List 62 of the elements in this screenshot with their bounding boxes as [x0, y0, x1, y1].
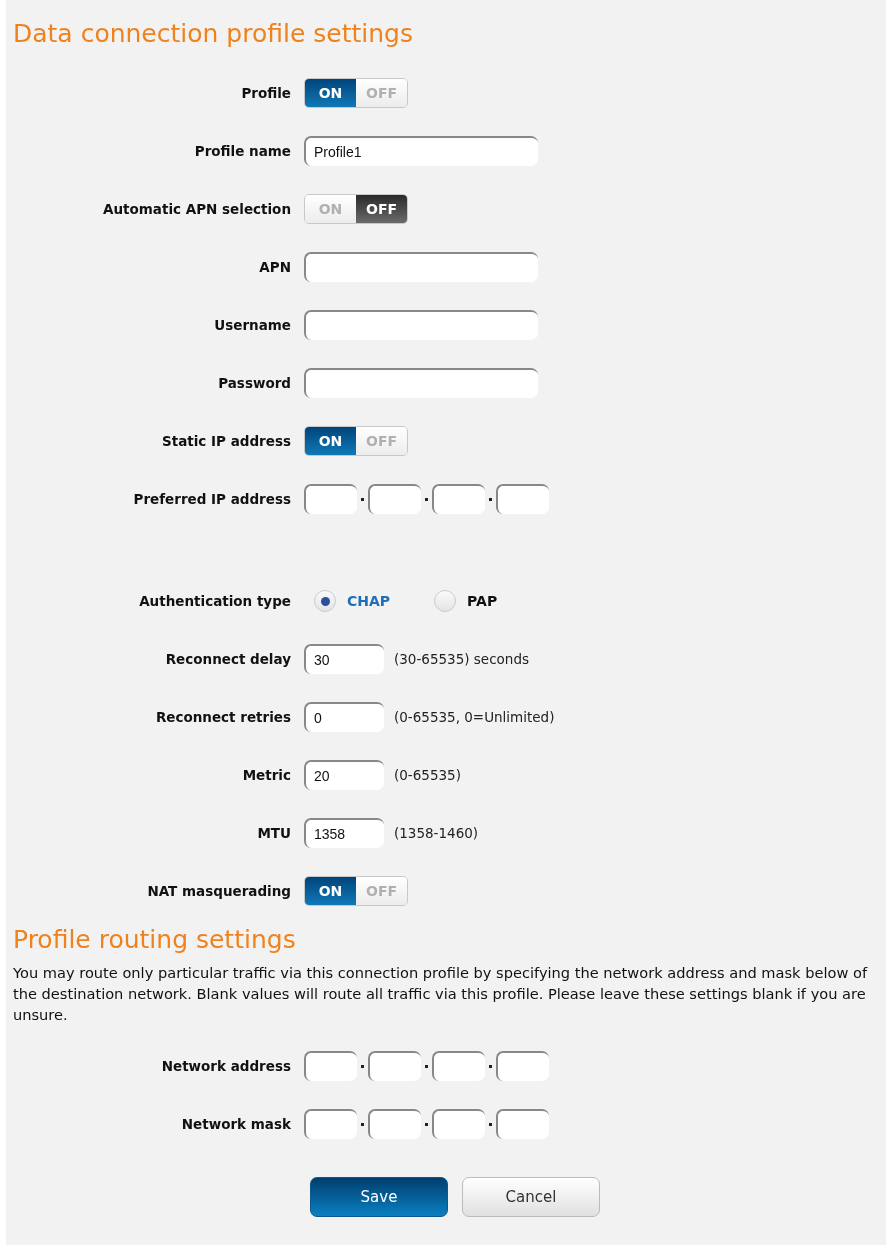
ip-octet-field[interactable]: [304, 484, 357, 514]
range-hint: (0-65535, 0=Unlimited): [394, 709, 555, 725]
dot-separator: [425, 1064, 428, 1068]
cancel-button[interactable]: Cancel: [462, 1177, 600, 1217]
number-field[interactable]: 20: [304, 760, 384, 790]
field-label: Static IP address: [161, 433, 292, 449]
field-label: APN: [258, 259, 292, 275]
field-label: Network mask: [180, 1116, 292, 1132]
range-hint: (30-65535) seconds: [394, 651, 529, 667]
text-field[interactable]: Profile1: [304, 136, 538, 166]
field-label: Reconnect retries: [154, 709, 292, 725]
ip-octet-field[interactable]: [432, 1051, 485, 1081]
dot-separator: [489, 1122, 492, 1126]
radio-button[interactable]: [434, 590, 457, 612]
dot-separator: [361, 1064, 364, 1068]
dot-separator: [489, 1064, 492, 1068]
field-label: Metric: [241, 767, 292, 783]
radio-button[interactable]: [314, 590, 336, 612]
dot-separator: [489, 497, 492, 501]
ip-octet-field[interactable]: [368, 1051, 421, 1081]
number-field[interactable]: 0: [304, 702, 384, 732]
field-label: Automatic APN selection: [101, 201, 292, 217]
dot-separator: [361, 497, 364, 501]
field-label: Network address: [160, 1058, 292, 1074]
text-field[interactable]: [304, 310, 538, 340]
range-hint: (0-65535): [394, 767, 461, 783]
field-label: NAT masquerading: [146, 883, 292, 899]
radio-label[interactable]: CHAP: [347, 593, 391, 609]
field-label: MTU: [256, 825, 292, 841]
on-off-switch[interactable]: ON OFF: [304, 194, 408, 224]
range-hint: (1358-1460): [394, 825, 479, 841]
ip-octet-field[interactable]: [368, 1109, 421, 1139]
field-label: Profile name: [193, 143, 292, 159]
field-label: Authentication type: [138, 593, 292, 609]
radio-label[interactable]: PAP: [467, 593, 498, 609]
field-label: Preferred IP address: [132, 491, 292, 507]
number-field[interactable]: 1358: [304, 818, 384, 848]
number-field[interactable]: 30: [304, 644, 384, 674]
field-label: Reconnect delay: [164, 651, 292, 667]
text-field[interactable]: [304, 252, 538, 282]
ip-octet-field[interactable]: [496, 1109, 549, 1139]
ip-octet-field[interactable]: [496, 484, 549, 514]
dot-separator: [425, 1122, 428, 1126]
description-text: You may route only particular traffic via this connection profile by specifying the network address and mask below of the destination network. Blank values will route all traffic via this profile. Please leave these settings blank if you are unsure.: [13, 963, 869, 1025]
section-title: Profile routing settings: [13, 924, 297, 956]
field-label: Profile: [240, 85, 292, 101]
dot-separator: [425, 497, 428, 501]
field-label: Username: [213, 317, 292, 333]
dot-separator: [361, 1122, 364, 1126]
on-off-switch[interactable]: ON OFF: [304, 426, 408, 456]
text-field[interactable]: [304, 368, 538, 398]
ip-octet-field[interactable]: [368, 484, 421, 514]
save-button[interactable]: Save: [310, 1177, 448, 1217]
ip-octet-field[interactable]: [496, 1051, 549, 1081]
ip-octet-field[interactable]: [432, 484, 485, 514]
on-off-switch[interactable]: ON OFF: [304, 78, 408, 108]
field-label: Password: [217, 375, 292, 391]
ip-octet-field[interactable]: [304, 1109, 357, 1139]
on-off-switch[interactable]: ON OFF: [304, 876, 408, 906]
section-title: Data connection profile settings: [13, 18, 414, 50]
ip-octet-field[interactable]: [432, 1109, 485, 1139]
ip-octet-field[interactable]: [304, 1051, 357, 1081]
